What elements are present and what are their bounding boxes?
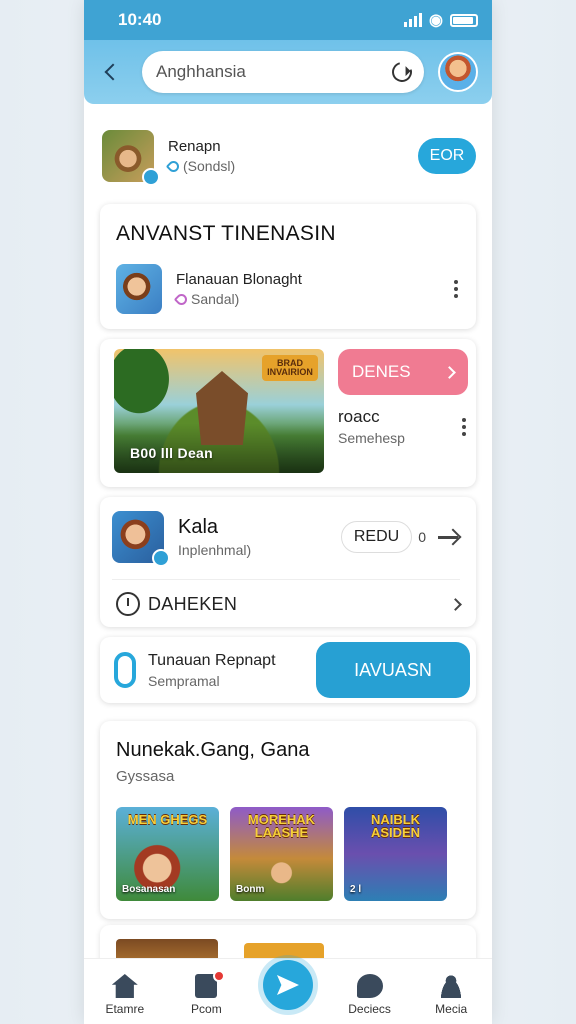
denes-button[interactable]: DENES	[338, 349, 468, 395]
banner-logo: BRAD INVAIRION	[262, 355, 318, 381]
nav-item-deciecs[interactable]: Deciecs	[335, 974, 405, 1016]
clock-icon	[116, 592, 140, 616]
featured-subtitle: Semehesp	[338, 430, 405, 446]
ring-icon: 0	[418, 529, 426, 545]
announcement-item[interactable]: Flanauan Blonaght Sandal)	[116, 264, 460, 314]
search-input[interactable]	[156, 62, 392, 82]
featured-banner[interactable]: BRAD INVAIRION B00 lll Dean	[114, 349, 324, 473]
kala-card: Kala Inplenhmal) REDU 0 DAHEKEN	[100, 497, 476, 627]
item-text: Kala Inplenhmal)	[178, 516, 341, 558]
item-text: Renapn (Sondsl)	[165, 138, 418, 174]
refresh-icon[interactable]	[388, 58, 416, 86]
tag-icon	[173, 291, 190, 307]
denes-button-label: DENES	[352, 362, 411, 381]
tag-icon	[165, 158, 182, 174]
status-bar: 10:40 ◉	[84, 0, 492, 40]
status-icons: ◉	[404, 10, 478, 30]
tile-logo: NAIBLK ASIDEN	[370, 812, 421, 840]
tile-logo: MEN GHEGS	[127, 812, 208, 827]
send-icon	[276, 975, 299, 995]
tile-label: Bonm	[236, 884, 265, 895]
top-header	[84, 40, 492, 104]
item-subtitle: (Sondsl)	[165, 158, 418, 174]
featured-info: roacc Semehesp	[338, 407, 468, 446]
game-tile[interactable]: MEN GHEGS Bosanasan	[116, 807, 219, 901]
item-text: Flanauan Blonaght Sandal)	[173, 271, 454, 307]
arrow-right-icon[interactable]	[438, 529, 460, 545]
announcement-card: ANVANST TINENASIN Flanauan Blonaght Sand…	[100, 204, 476, 329]
item-title: Renapn	[168, 138, 221, 155]
nav-label: Pcom	[191, 1002, 222, 1016]
ring-icon	[114, 652, 136, 688]
game-tile[interactable]: NAIBLK ASIDEN 2 l	[344, 807, 447, 901]
main-content: Renapn (Sondsl) EOR ANVANST TINENASIN Fl…	[84, 104, 492, 919]
bottom-nav: Etamre Pcom Deciecs Meciа	[84, 958, 492, 1024]
tunauan-title: Tunauan Repnapt	[148, 651, 276, 669]
tile-label: Bosanasan	[122, 884, 176, 895]
nav-item-send[interactable]	[253, 960, 323, 1016]
featured-info-text: roacc Semehesp	[338, 407, 462, 446]
tunauan-subtitle: Sempramal	[148, 672, 220, 689]
tile-label: 2 l	[350, 884, 362, 895]
kala-link-label: DAHEKEN	[148, 593, 238, 614]
kala-row[interactable]: Kala Inplenhmal) REDU 0	[112, 511, 460, 567]
nav-label: Etamre	[105, 1002, 145, 1016]
wifi-icon: ◉	[429, 12, 443, 29]
game-thumbnail	[116, 264, 162, 314]
iavuasn-button[interactable]: IAVUASN	[316, 642, 470, 698]
item-subtitle-text: Sandal)	[191, 291, 240, 307]
nav-label: Deciecs	[348, 1002, 391, 1016]
nav-item-pcom[interactable]: Pcom	[171, 970, 241, 1016]
list-item[interactable]: Renapn (Sondsl) EOR	[100, 104, 476, 204]
item-title: Flanauan Blonaght	[176, 271, 302, 288]
item-subtitle-text: (Sondsl)	[183, 158, 236, 174]
phone-screen: 10:40 ◉ Renapn (Sondsl)	[84, 0, 492, 1024]
hut-graphic	[196, 371, 248, 445]
game-thumbnail	[112, 511, 170, 567]
home-icon	[111, 974, 138, 998]
kala-link[interactable]: DAHEKEN	[112, 580, 462, 628]
chat-icon	[356, 974, 383, 998]
avatar[interactable]	[438, 52, 478, 92]
featured-title: roacc	[338, 407, 380, 426]
banner-label: B00 lll Dean	[130, 445, 213, 461]
chevron-right-icon	[449, 597, 462, 611]
notification-dot	[213, 970, 226, 982]
more-options-icon[interactable]	[454, 280, 458, 298]
kala-subtitle: Inplenhmal)	[178, 542, 252, 558]
signal-icon	[404, 13, 423, 27]
game-tile[interactable]: MOREHAK LAASHE Bonm	[230, 807, 333, 901]
status-time: 10:40	[118, 10, 162, 29]
search-bar[interactable]	[142, 51, 424, 93]
redu-button[interactable]: REDU	[340, 521, 413, 553]
nav-item-profile[interactable]: Meciа	[416, 974, 486, 1016]
send-button[interactable]	[262, 960, 313, 1010]
featured-details: DENES roacc Semehesp	[338, 349, 468, 477]
person-icon	[438, 974, 465, 998]
back-icon[interactable]	[102, 62, 122, 82]
games-row: MEN GHEGS Bosanasan MOREHAK LAASHE Bonm …	[116, 807, 462, 901]
games-title: Nunekak.Gang, Gana	[116, 739, 310, 761]
more-options-icon[interactable]	[462, 417, 466, 436]
games-subtitle: Gyssasa	[116, 768, 175, 785]
item-subtitle: Sandal)	[173, 291, 454, 307]
badge-icon	[142, 168, 160, 186]
game-thumbnail	[102, 130, 160, 186]
chevron-right-icon	[443, 365, 456, 379]
tile-logo: MOREHAK LAASHE	[247, 812, 316, 840]
tunauan-card: Tunauan Repnapt Sempramal IAVUASN	[100, 637, 476, 703]
item-text: Tunauan Repnapt Sempramal	[148, 652, 316, 689]
nav-item-home[interactable]: Etamre	[90, 974, 160, 1016]
games-card: Nunekak.Gang, Gana Gyssasa MEN GHEGS Bos…	[100, 721, 476, 919]
tree-graphic	[114, 349, 174, 419]
kala-title: Kala	[178, 516, 219, 538]
battery-icon	[450, 13, 478, 27]
badge-icon	[152, 549, 170, 567]
featured-card: BRAD INVAIRION B00 lll Dean DENES roacc …	[100, 339, 476, 487]
announcement-heading: ANVANST TINENASIN	[116, 222, 336, 245]
nav-label: Meciа	[435, 1002, 468, 1016]
eor-button[interactable]: EOR	[418, 138, 476, 174]
